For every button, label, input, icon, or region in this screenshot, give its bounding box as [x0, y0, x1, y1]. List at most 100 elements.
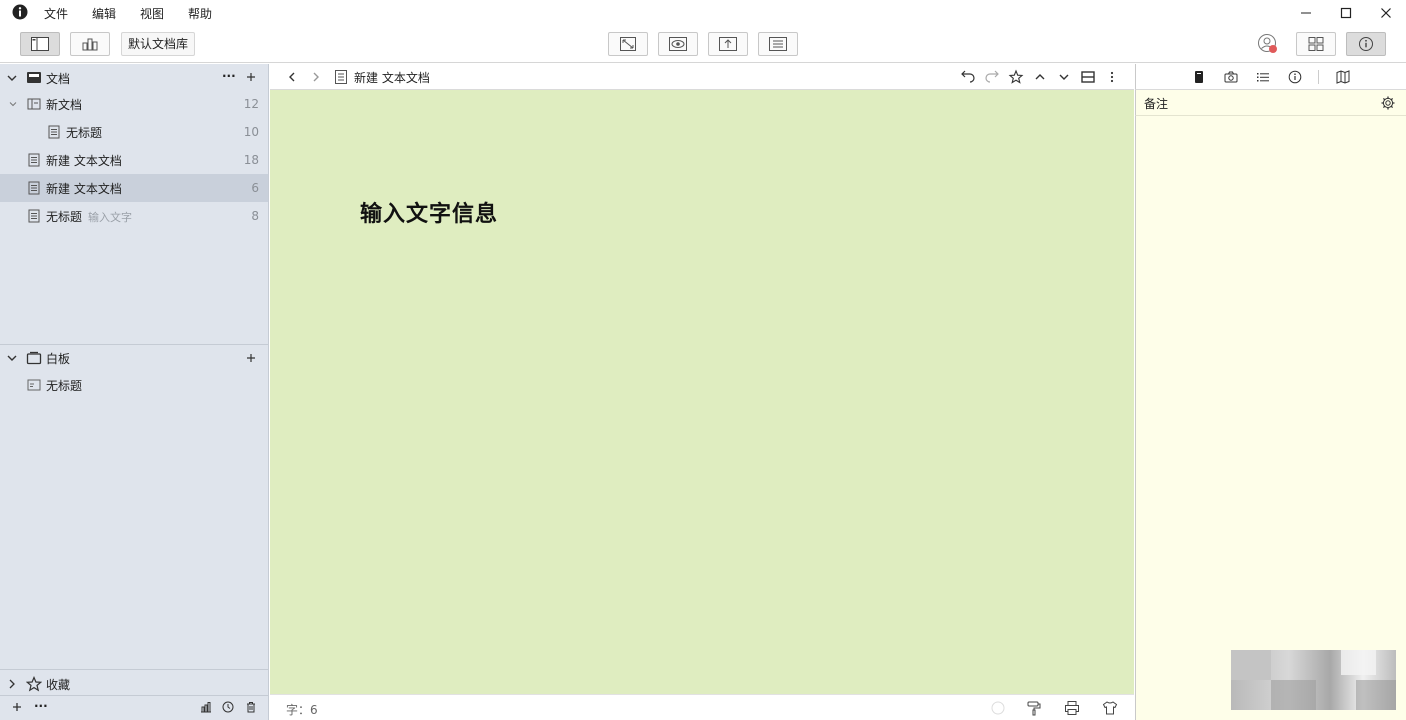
- tree-item-label: 新建 文本文档: [46, 153, 122, 168]
- breadcrumb-title[interactable]: 新建 文本文档: [354, 69, 430, 86]
- list-icon[interactable]: [1255, 69, 1271, 85]
- plus-icon[interactable]: [246, 72, 256, 82]
- preview-button[interactable]: [658, 32, 698, 56]
- tree-item-preview: 输入文字: [88, 210, 133, 224]
- chevron-down-icon[interactable]: [6, 352, 18, 364]
- docs-section-title: 文档: [46, 71, 71, 86]
- tree-item-document[interactable]: 无标题 输入文字 8: [0, 202, 268, 230]
- paint-roller-icon[interactable]: [1026, 700, 1042, 716]
- menu-view[interactable]: 视图: [140, 5, 164, 22]
- redo-icon[interactable]: [984, 69, 1000, 85]
- info-panel-button[interactable]: [1346, 32, 1386, 56]
- notes-header: 备注: [1135, 90, 1406, 116]
- notes-title: 备注: [1144, 97, 1169, 111]
- forward-icon[interactable]: [308, 69, 324, 85]
- tree-item-text: 无标题 输入文字: [46, 208, 132, 225]
- chevron-down-icon[interactable]: [6, 72, 18, 84]
- inbox-icon: [27, 72, 41, 83]
- word-count-badge: 12: [243, 97, 259, 111]
- document-icon: [28, 209, 40, 223]
- plus-icon[interactable]: [12, 702, 22, 712]
- chart-icon: [82, 38, 98, 51]
- star-icon[interactable]: [1008, 69, 1024, 85]
- word-count-badge: 6: [251, 181, 259, 195]
- chevron-right-icon[interactable]: [7, 678, 17, 690]
- gear-icon[interactable]: [1380, 95, 1396, 111]
- menu-file[interactable]: 文件: [44, 5, 68, 22]
- star-icon: [26, 676, 42, 692]
- editor-footer: 字：6: [270, 694, 1134, 720]
- export-icon: [719, 37, 737, 51]
- notebook-icon[interactable]: [1191, 69, 1207, 85]
- tree-item-board[interactable]: 无标题: [0, 371, 268, 399]
- document-icon: [48, 125, 60, 139]
- outline-button[interactable]: [758, 32, 798, 56]
- preview-eye-icon: [669, 37, 687, 51]
- word-count-badge: 10: [243, 125, 259, 139]
- tree-item-label: 无标题: [66, 125, 103, 140]
- menu-edit[interactable]: 编辑: [92, 5, 116, 22]
- grid-view-button[interactable]: [1296, 32, 1336, 56]
- board-doc-icon: [27, 379, 41, 391]
- camera-icon[interactable]: [1223, 69, 1239, 85]
- word-count-badge: 8: [251, 209, 259, 223]
- favorites-title: 收藏: [46, 677, 71, 692]
- tree-item-folder[interactable]: 新文档 12: [0, 90, 268, 118]
- app-info-icon[interactable]: [12, 4, 28, 20]
- tree-item-label: 无标题: [46, 209, 83, 224]
- folder-doc-icon: [27, 98, 41, 110]
- history-icon[interactable]: [222, 701, 234, 713]
- chevron-down-icon[interactable]: [1056, 69, 1072, 85]
- blurred-thumbnail-image: [1231, 650, 1396, 710]
- tab-separator: [1318, 70, 1319, 84]
- account-icon: [1258, 34, 1277, 53]
- maximize-icon[interactable]: [1326, 0, 1366, 25]
- tree-item-document-selected[interactable]: 新建 文本文档 6: [0, 174, 268, 202]
- chart-button[interactable]: [70, 32, 110, 56]
- undo-icon[interactable]: [960, 69, 976, 85]
- print-icon[interactable]: [1064, 700, 1080, 716]
- close-icon[interactable]: [1366, 0, 1406, 25]
- board-icon: [26, 351, 42, 365]
- tree-item-document[interactable]: 新建 文本文档 18: [0, 146, 268, 174]
- sidebar-toggle-button[interactable]: [20, 32, 60, 56]
- grid-icon: [1308, 37, 1324, 51]
- back-icon[interactable]: [284, 69, 300, 85]
- word-count-badge: 18: [243, 153, 259, 167]
- minimize-icon[interactable]: [1286, 0, 1326, 25]
- menu-bar: 文件 编辑 视图 帮助: [0, 0, 1406, 25]
- info-icon: [1359, 37, 1373, 51]
- notes-textarea[interactable]: [1135, 116, 1406, 720]
- editor-canvas[interactable]: 输入文字信息: [270, 90, 1134, 694]
- chevron-down-icon[interactable]: [8, 99, 18, 109]
- split-icon[interactable]: [1080, 69, 1096, 85]
- map-icon[interactable]: [1335, 69, 1351, 85]
- sidebar: 文档 ··· 新文档 12 无标题 10 新建 文本文档 18 新建 文本文档 …: [0, 64, 269, 720]
- tree-item-label: 新文档: [46, 97, 83, 112]
- account-button[interactable]: [1257, 33, 1279, 55]
- menu-help[interactable]: 帮助: [188, 5, 212, 22]
- document-content[interactable]: 输入文字信息: [360, 196, 498, 228]
- favorites-section-header[interactable]: 收藏: [0, 670, 268, 698]
- shirt-icon[interactable]: [1102, 700, 1118, 716]
- toolbar: 默认文档库: [0, 25, 1406, 63]
- fullscreen-button[interactable]: [608, 32, 648, 56]
- board-section-title: 白板: [46, 351, 71, 366]
- more-icon[interactable]: ···: [34, 699, 48, 713]
- more-icon[interactable]: ···: [222, 69, 236, 83]
- info-icon[interactable]: [1287, 69, 1303, 85]
- document-icon: [28, 181, 40, 195]
- tree-item-document[interactable]: 无标题 10: [0, 118, 268, 146]
- chevron-up-icon[interactable]: [1032, 69, 1048, 85]
- status-circle-icon[interactable]: [990, 700, 1006, 716]
- docs-section-header[interactable]: 文档 ···: [0, 64, 268, 92]
- document-icon: [335, 70, 347, 84]
- board-section-header[interactable]: 白板: [0, 344, 268, 372]
- plus-icon[interactable]: [246, 353, 256, 363]
- library-selector[interactable]: 默认文档库: [121, 32, 196, 56]
- trash-icon[interactable]: [245, 701, 257, 713]
- sidebar-bottom-bar: ···: [0, 695, 268, 720]
- kebab-icon[interactable]: [1104, 69, 1120, 85]
- stats-icon[interactable]: [200, 701, 212, 713]
- export-button[interactable]: [708, 32, 748, 56]
